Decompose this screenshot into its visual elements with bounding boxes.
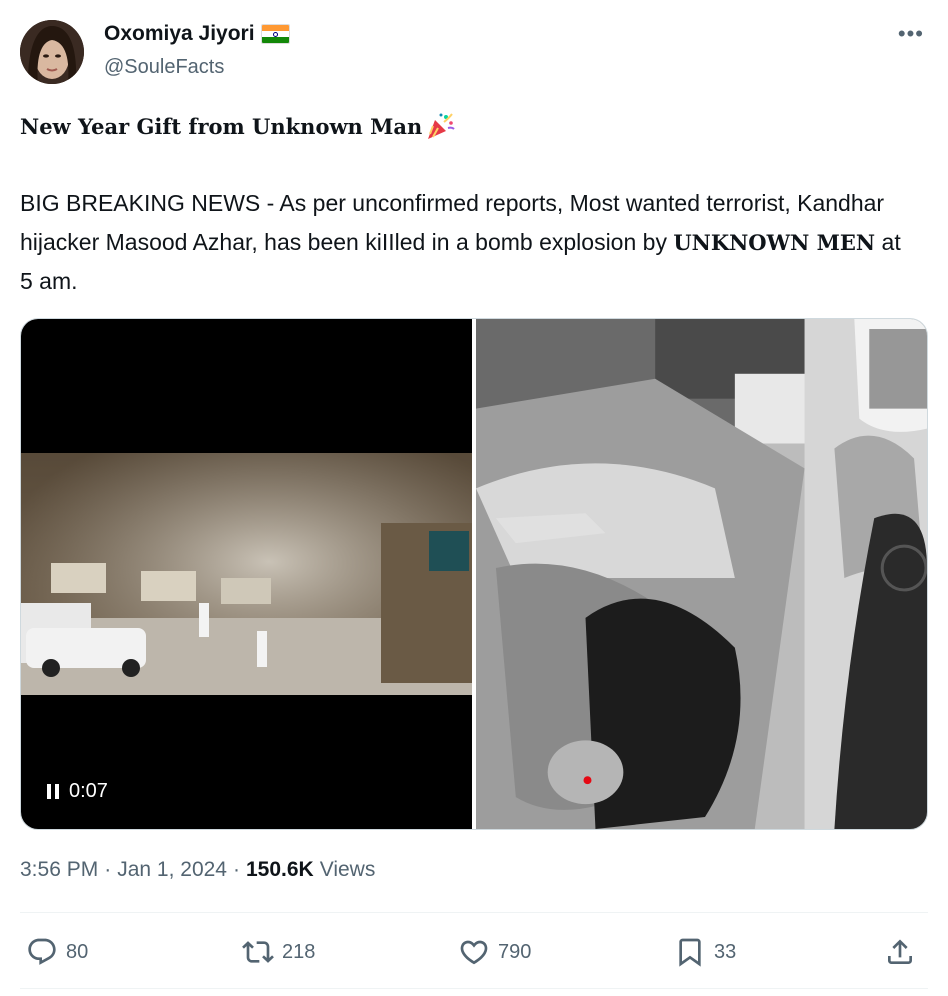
heart-icon <box>460 940 488 965</box>
post-image[interactable] <box>476 319 927 829</box>
post-body: BIG BREAKING NEWS - As per unconfirmed r… <box>20 184 910 301</box>
post-meta: 3:56 PM · Jan 1, 2024 · 150.6K Views <box>20 858 375 882</box>
india-flag-icon <box>260 24 290 44</box>
video-controls: 0:07 <box>47 780 108 803</box>
handle[interactable]: @SouleFacts <box>104 56 224 79</box>
reply-count: 80 <box>66 940 89 963</box>
display-name[interactable]: Oxomiya Jiyori <box>104 22 255 46</box>
like-button[interactable]: 790 <box>458 930 531 974</box>
more-options-icon[interactable]: ••• <box>898 23 924 45</box>
repost-count: 218 <box>282 940 316 963</box>
hospital-photo <box>476 319 927 829</box>
repost-button[interactable]: 218 <box>242 930 315 974</box>
post-headline: New Year Gift from Unknown Man <box>20 110 456 142</box>
video-frame <box>21 453 472 695</box>
like-count: 790 <box>498 940 532 963</box>
body-text-bold: UNKNOWN MEN <box>673 230 876 255</box>
post-header: Oxomiya Jiyori @SouleFacts ••• <box>20 18 928 86</box>
video-time: 0:07 <box>69 780 108 802</box>
headline-text: New Year Gift from Unknown Man <box>20 113 423 139</box>
media-grid: 0:07 <box>20 318 928 830</box>
share-button[interactable] <box>884 930 916 974</box>
party-popper-icon <box>424 110 456 142</box>
meta-separator: · <box>104 858 112 881</box>
post-date[interactable]: Jan 1, 2024 <box>117 858 227 882</box>
action-bar: 80 218 790 33 <box>20 930 928 974</box>
video-player[interactable]: 0:07 <box>21 319 472 829</box>
reply-icon <box>28 938 56 965</box>
pause-icon[interactable] <box>47 784 59 799</box>
display-name-row: Oxomiya Jiyori <box>104 22 290 46</box>
divider-bottom <box>20 988 928 989</box>
bookmark-button[interactable]: 33 <box>674 930 736 974</box>
reply-button[interactable]: 80 <box>26 930 88 974</box>
post-time[interactable]: 3:56 PM <box>20 858 98 882</box>
repost-icon <box>242 941 274 963</box>
bookmark-count: 33 <box>714 940 737 963</box>
share-icon <box>888 939 912 964</box>
divider-top <box>20 912 928 913</box>
bookmark-icon <box>679 938 701 967</box>
meta-separator: · <box>232 858 240 881</box>
avatar[interactable] <box>20 20 84 84</box>
views-label: Views <box>319 858 376 881</box>
views-count: 150.6K <box>245 858 314 881</box>
